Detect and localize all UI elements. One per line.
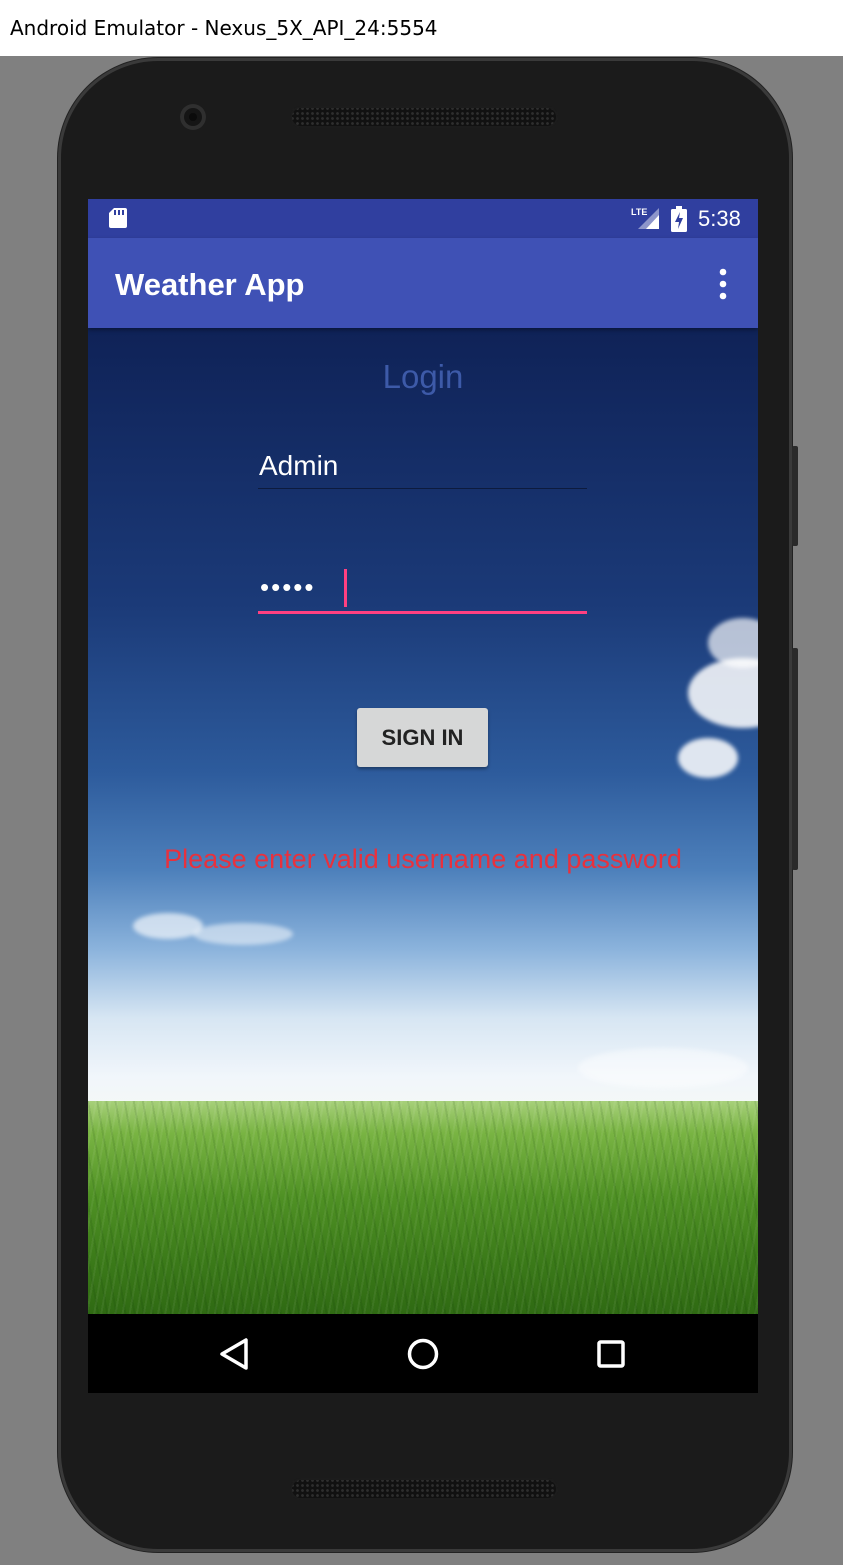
sign-in-button[interactable]: SIGN IN	[357, 708, 488, 767]
sd-card-icon	[109, 208, 127, 228]
username-input[interactable]	[258, 444, 587, 488]
front-camera	[180, 104, 206, 130]
password-field[interactable]: •••••	[258, 566, 587, 614]
home-icon[interactable]	[401, 1332, 445, 1376]
recents-icon[interactable]	[589, 1332, 633, 1376]
status-bar: LTE 5:38	[88, 199, 758, 238]
error-message: Please enter valid username and password	[164, 844, 682, 874]
username-field[interactable]	[258, 444, 587, 489]
lte-signal-icon: LTE	[631, 207, 659, 229]
password-input[interactable]: •••••	[260, 572, 316, 603]
back-icon[interactable]	[213, 1332, 257, 1376]
cloud-decoration	[578, 1048, 748, 1088]
status-clock: 5:38	[698, 206, 741, 231]
device-screen: LTE 5:38 Weather App Login •••••	[88, 199, 758, 1393]
app-bar: Weather App	[88, 238, 758, 328]
login-screen: Login ••••• SIGN IN Please enter valid u…	[88, 328, 758, 1314]
text-cursor	[344, 569, 347, 607]
grass-background	[88, 1101, 758, 1314]
top-speaker	[290, 106, 558, 128]
battery-charging-icon	[671, 206, 687, 232]
login-heading: Login	[382, 358, 464, 395]
cloud-decoration	[193, 923, 293, 945]
cloud-decoration	[688, 658, 758, 728]
cloud-decoration	[708, 618, 758, 668]
overflow-menu-icon[interactable]	[706, 264, 740, 304]
window-title: Android Emulator - Nexus_5X_API_24:5554	[0, 0, 843, 56]
power-button[interactable]	[792, 446, 798, 546]
bottom-speaker	[290, 1478, 558, 1500]
cloud-decoration	[678, 738, 738, 778]
volume-button[interactable]	[792, 648, 798, 870]
lte-label: LTE	[631, 207, 647, 217]
app-title: Weather App	[115, 267, 305, 302]
navigation-bar	[88, 1314, 758, 1393]
